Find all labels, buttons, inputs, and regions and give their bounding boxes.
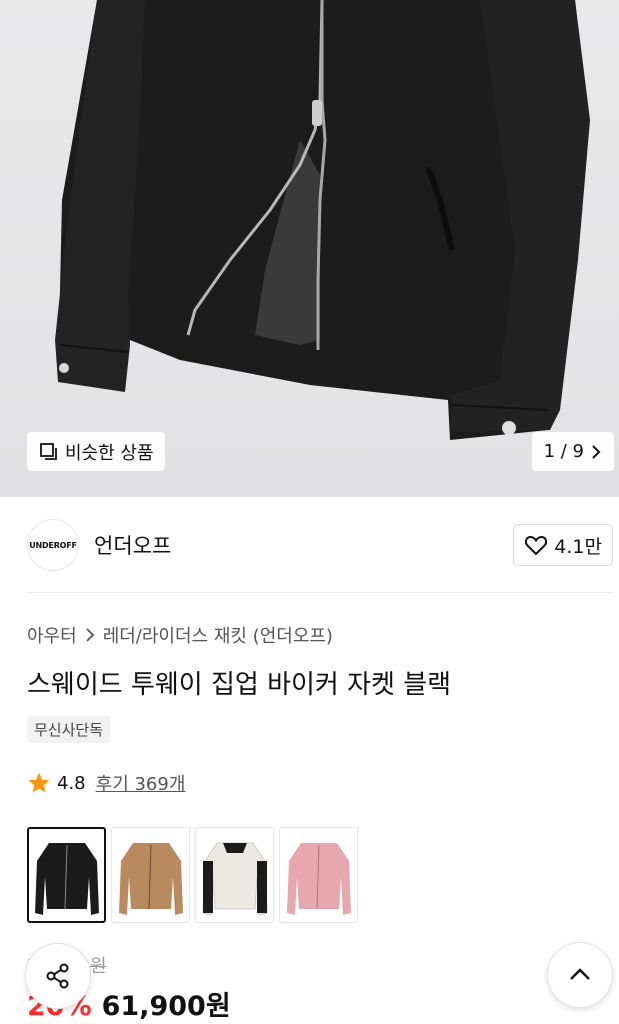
rating-score: 4.8: [57, 772, 86, 794]
divider: [27, 592, 613, 593]
rating-row: 4.8 후기 369개: [27, 770, 185, 796]
jacket-thumbnail-ivory-black: [201, 842, 268, 916]
star-icon: [28, 772, 50, 793]
share-icon: [46, 963, 69, 989]
brand-name[interactable]: 언더오프: [94, 530, 171, 560]
product-photo: [55, 0, 590, 440]
like-count: 4.1만: [554, 535, 602, 558]
similar-products-button[interactable]: 비슷한 상품: [27, 432, 165, 471]
similar-products-label: 비슷한 상품: [65, 442, 154, 464]
breadcrumb-subcategory[interactable]: 레더/라이더스 재킷 (언더오프): [103, 622, 333, 648]
image-pager[interactable]: 1 / 9: [531, 432, 614, 471]
jacket-thumbnail-pink: [286, 843, 351, 915]
jacket-thumbnail-black: [34, 843, 99, 915]
brand-logo[interactable]: UNDEROFF: [27, 519, 79, 571]
product-title: 스웨이드 투웨이 집업 바이커 자켓 블랙: [27, 670, 452, 700]
image-pager-count: 1 / 9: [543, 441, 584, 462]
chevron-right-icon: [592, 444, 601, 459]
breadcrumb-category[interactable]: 아우터: [27, 622, 77, 648]
brand-logo-text: UNDEROFF: [29, 540, 77, 550]
scroll-to-top-button[interactable]: [547, 942, 613, 1008]
breadcrumb: 아우터 레더/라이더스 재킷 (언더오프): [27, 622, 333, 648]
chevron-up-icon: [570, 968, 590, 980]
product-image-carousel[interactable]: 비슷한 상품 1 / 9: [0, 0, 619, 497]
color-option-ivory-black[interactable]: [195, 827, 274, 923]
heart-icon: [525, 535, 548, 556]
color-option-black[interactable]: [27, 827, 106, 923]
reviews-link[interactable]: 후기 369개: [96, 770, 186, 796]
color-options: [27, 827, 358, 923]
jacket-thumbnail-camel: [118, 843, 183, 915]
copy-icon: [40, 442, 57, 460]
like-button[interactable]: 4.1만: [513, 524, 613, 566]
exclusive-badge: 무신사단독: [27, 716, 111, 743]
brand-row: UNDEROFF 언더오프 4.1만: [27, 519, 613, 571]
share-button[interactable]: [25, 943, 91, 1009]
color-option-camel[interactable]: [111, 827, 190, 923]
chevron-right-icon: [86, 628, 94, 642]
sale-price: 61,900원: [101, 991, 231, 1022]
color-option-pink[interactable]: [279, 827, 358, 923]
